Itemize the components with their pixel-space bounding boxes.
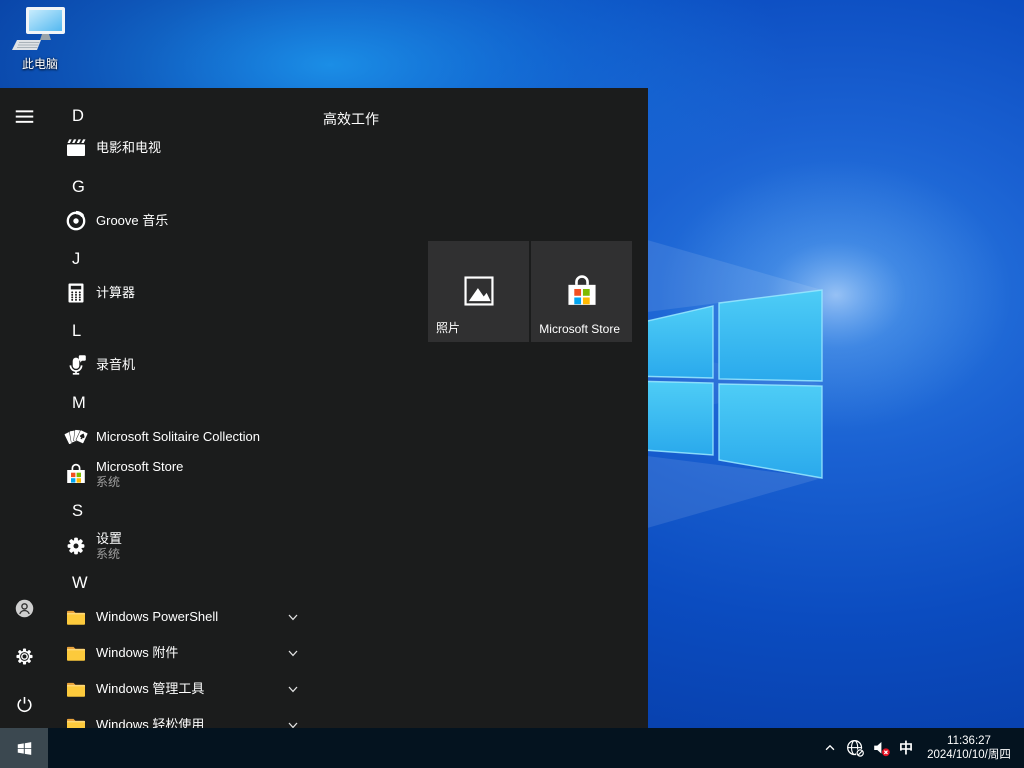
voice-recorder-icon [64, 353, 88, 377]
user-icon [14, 598, 35, 619]
start-menu: D电影和电视GGroove 音乐J计算器L录音机MMicrosoft Solit… [0, 88, 648, 728]
app-item-3[interactable]: Groove 音乐 [48, 203, 336, 239]
folder-item-14[interactable]: Windows PowerShell [48, 599, 336, 635]
app-section-letter-D[interactable]: D [48, 98, 344, 134]
groove-music-icon [64, 209, 88, 233]
tile-photos[interactable]: 照片 [428, 241, 529, 342]
start-button[interactable] [0, 728, 48, 768]
tiles-group-heading[interactable]: 高效工作 [323, 109, 379, 129]
app-section-letter-J[interactable]: J [48, 241, 344, 277]
clock-time: 11:36:27 [918, 734, 1020, 748]
app-item-12[interactable]: 设置系统 [48, 524, 336, 568]
chevron-down-icon[interactable] [286, 682, 300, 696]
power-button[interactable] [0, 680, 48, 728]
movies-tv-icon [64, 136, 88, 160]
desktop-icon-this-pc[interactable]: 此电脑 [8, 6, 72, 72]
photos-icon [463, 275, 495, 307]
tile-store[interactable]: Microsoft Store [531, 241, 632, 342]
this-pc-icon [12, 6, 68, 54]
volume-muted-icon[interactable] [868, 728, 894, 768]
user-button[interactable] [0, 584, 48, 632]
settings-button[interactable] [0, 632, 48, 680]
solitaire-icon [64, 425, 88, 449]
folder-icon [64, 713, 88, 728]
app-section-letter-W[interactable]: W [48, 565, 344, 601]
app-item-5[interactable]: 计算器 [48, 275, 336, 311]
settings-solid-icon [64, 534, 88, 558]
taskbar-clock[interactable]: 11:36:272024/10/10/周四 [918, 734, 1020, 762]
system-tray: 中11:36:272024/10/10/周四 [818, 728, 1020, 768]
network-offline-icon[interactable] [842, 728, 868, 768]
store-icon [64, 462, 88, 486]
app-section-letter-G[interactable]: G [48, 169, 344, 205]
hamburger-menu-icon [14, 106, 35, 127]
app-item-10[interactable]: Microsoft Store系统 [48, 452, 336, 496]
ime-indicator[interactable]: 中 [894, 738, 918, 758]
store-icon [563, 273, 600, 310]
windows-logo-icon [16, 740, 33, 757]
app-section-letter-L[interactable]: L [48, 313, 344, 349]
app-item-7[interactable]: 录音机 [48, 347, 336, 383]
chevron-down-icon[interactable] [286, 646, 300, 660]
folder-icon [64, 605, 88, 629]
menu-button[interactable] [0, 92, 48, 140]
tray-chevron-up-icon[interactable] [818, 728, 842, 768]
clock-date: 2024/10/10/周四 [918, 748, 1020, 762]
start-menu-rail [0, 88, 48, 728]
folder-item-16[interactable]: Windows 管理工具 [48, 671, 336, 707]
folder-item-17[interactable]: Windows 轻松使用 [48, 707, 336, 728]
folder-icon [64, 641, 88, 665]
folder-item-15[interactable]: Windows 附件 [48, 635, 336, 671]
chevron-down-icon[interactable] [286, 718, 300, 728]
calculator-icon [64, 281, 88, 305]
folder-icon [64, 677, 88, 701]
app-item-9[interactable]: Microsoft Solitaire Collection [48, 419, 336, 455]
power-icon [14, 694, 35, 715]
app-section-letter-M[interactable]: M [48, 385, 344, 421]
settings-outline-icon [14, 646, 35, 667]
taskbar: 中11:36:272024/10/10/周四 [0, 728, 1024, 768]
app-item-1[interactable]: 电影和电视 [48, 130, 336, 166]
this-pc-label: 此电脑 [8, 55, 72, 72]
chevron-down-icon[interactable] [286, 610, 300, 624]
desktop: 此电脑 D电影和电视GGroove 音乐J计算器L录音机MMicrosoft S… [0, 0, 1024, 768]
